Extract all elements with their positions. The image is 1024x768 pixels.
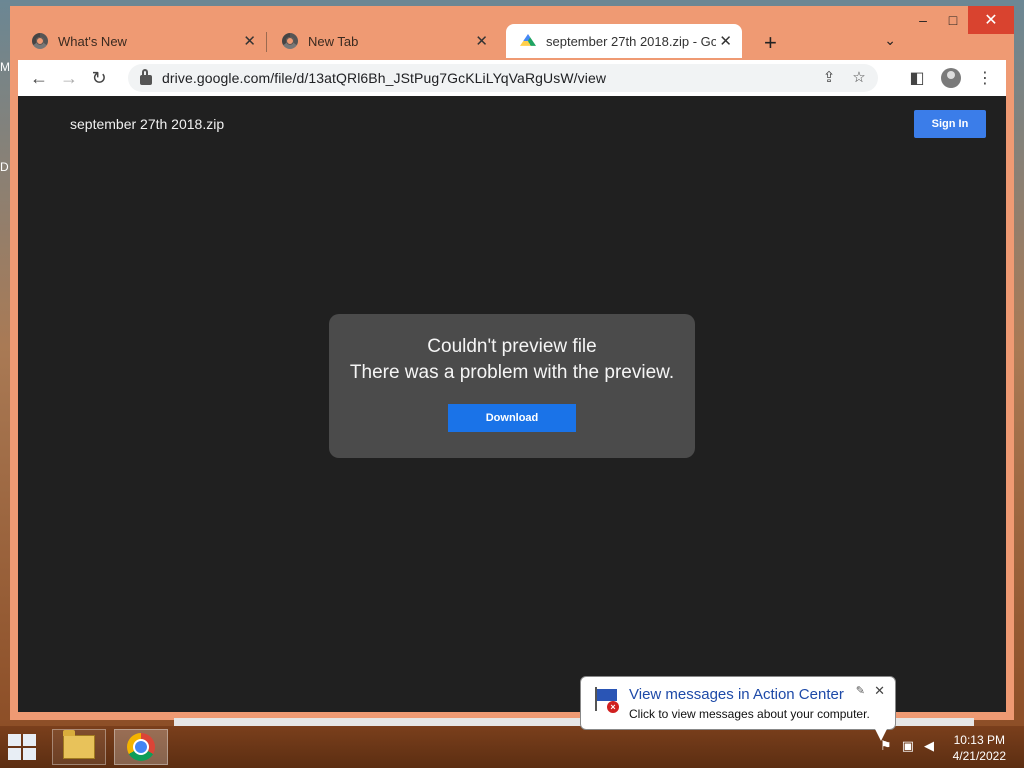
tab-close-icon[interactable]: ✕ bbox=[719, 32, 732, 50]
new-tab-button[interactable]: + bbox=[764, 30, 777, 56]
action-center-flag-icon: × bbox=[593, 687, 619, 713]
google-drive-icon bbox=[520, 34, 536, 46]
windows-logo-icon bbox=[8, 734, 21, 746]
tab-title: What's New bbox=[58, 33, 127, 49]
page-content: september 27th 2018.zip Sign In Couldn't… bbox=[18, 96, 1006, 712]
error-message: There was a problem with the preview. bbox=[349, 362, 675, 383]
network-icon[interactable]: ▣ bbox=[902, 738, 914, 754]
forward-button[interactable]: → bbox=[54, 63, 84, 93]
lock-icon[interactable] bbox=[140, 69, 152, 85]
windows-logo-icon bbox=[23, 734, 36, 746]
windows-logo-icon bbox=[8, 748, 21, 760]
preview-error-dialog: Couldn't preview file There was a proble… bbox=[329, 314, 695, 458]
chrome-favicon-icon bbox=[32, 33, 48, 49]
tab-close-icon[interactable]: ✕ bbox=[243, 32, 256, 50]
volume-muted-icon[interactable]: ◀ bbox=[924, 738, 934, 754]
tab-separator bbox=[266, 32, 267, 52]
clock-date: 4/21/2022 bbox=[952, 749, 1006, 763]
action-center-notification[interactable]: × View messages in Action Center Click t… bbox=[580, 676, 896, 741]
start-button[interactable] bbox=[8, 734, 38, 760]
flag-cloth bbox=[597, 689, 617, 701]
tab-drive-file[interactable]: september 27th 2018.zip - Goog ✕ bbox=[506, 24, 742, 58]
notification-text: Click to view messages about your comput… bbox=[629, 707, 870, 721]
taskbar-file-explorer[interactable] bbox=[52, 729, 106, 765]
tab-new-tab[interactable]: New Tab ✕ bbox=[268, 24, 498, 58]
error-badge-icon: × bbox=[607, 701, 619, 713]
tab-strip: What's New ✕ New Tab ✕ september 27th 20… bbox=[18, 22, 1014, 60]
tab-close-icon[interactable]: ✕ bbox=[475, 32, 488, 50]
windows-logo-icon bbox=[23, 748, 36, 760]
clock-time: 10:13 PM bbox=[953, 733, 1005, 747]
error-title: Couldn't preview file bbox=[427, 336, 597, 357]
sign-in-button[interactable]: Sign In bbox=[914, 110, 986, 138]
file-name-title: september 27th 2018.zip bbox=[70, 116, 225, 132]
notification-close-icon[interactable]: ✕ bbox=[874, 683, 885, 699]
tab-whats-new[interactable]: What's New ✕ bbox=[18, 24, 266, 58]
notification-settings-icon[interactable]: ✎ bbox=[856, 684, 865, 697]
tab-search-chevron-icon[interactable]: ⌄ bbox=[884, 32, 896, 49]
chrome-favicon-icon bbox=[282, 33, 298, 49]
back-button[interactable]: ← bbox=[24, 63, 54, 93]
file-explorer-icon bbox=[63, 730, 95, 759]
browser-window: – □ ✕ What's New ✕ New Tab ✕ september 2… bbox=[10, 6, 1014, 720]
chrome-icon bbox=[127, 733, 155, 761]
tab-title: New Tab bbox=[308, 33, 359, 49]
chrome-menu-icon[interactable]: ⋮ bbox=[970, 63, 1000, 93]
bookmark-star-icon[interactable]: ☆ bbox=[848, 68, 870, 86]
profile-button[interactable] bbox=[936, 63, 966, 93]
system-tray: ⚑ ▣ ◀ bbox=[880, 738, 934, 754]
share-icon[interactable]: ⇪ bbox=[818, 68, 840, 86]
taskbar-chrome[interactable] bbox=[114, 729, 168, 765]
side-panel-icon[interactable]: ◧ bbox=[902, 63, 932, 93]
taskbar-clock[interactable]: 10:13 PM 4/21/2022 bbox=[953, 732, 1006, 764]
taskbar: ⚑ ▣ ◀ 10:13 PM 4/21/2022 bbox=[0, 726, 1024, 768]
address-bar[interactable]: drive.google.com/file/d/13atQRl6Bh_JStPu… bbox=[128, 64, 878, 92]
download-button[interactable]: Download bbox=[448, 404, 576, 432]
tab-title: september 27th 2018.zip - Goog bbox=[546, 33, 716, 49]
toolbar-right: ◧ ⋮ bbox=[902, 63, 1000, 93]
browser-toolbar: ← → ↻ drive.google.com/file/d/13atQRl6Bh… bbox=[18, 60, 1006, 96]
url-text[interactable]: drive.google.com/file/d/13atQRl6Bh_JStPu… bbox=[162, 70, 606, 86]
reload-button[interactable]: ↻ bbox=[84, 63, 114, 93]
notification-title[interactable]: View messages in Action Center bbox=[629, 686, 844, 703]
profile-avatar-icon bbox=[941, 68, 961, 88]
omnibox-actions: ⇪ ☆ bbox=[818, 68, 870, 86]
